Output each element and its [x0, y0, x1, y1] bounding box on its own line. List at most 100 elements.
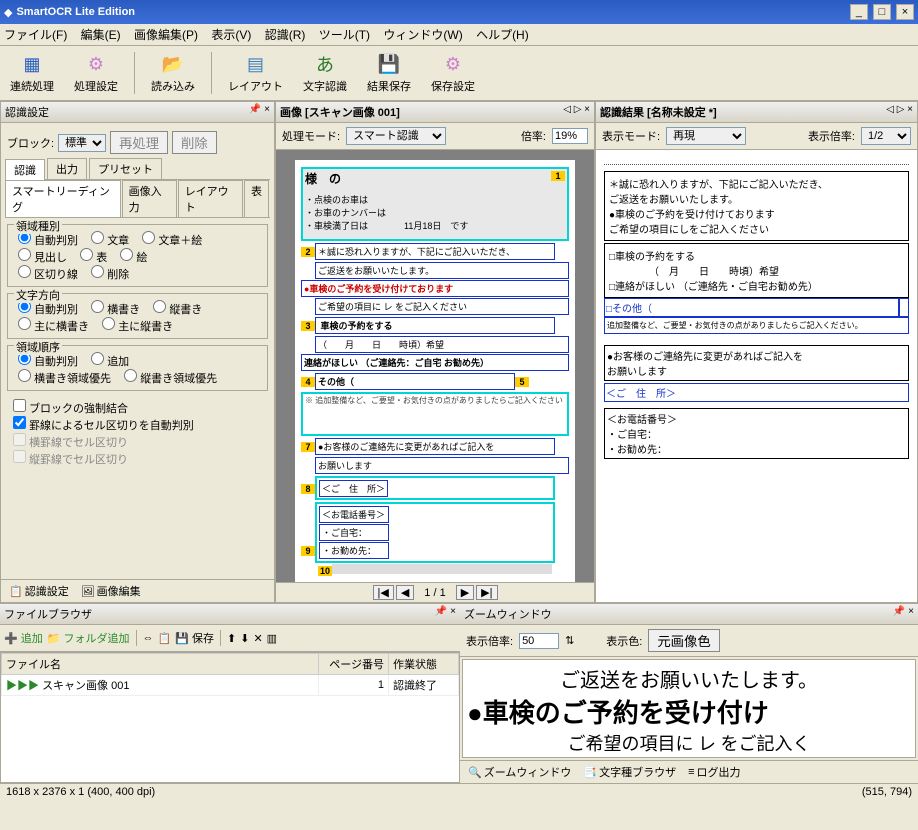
fb-delete-icon[interactable]: ✕: [253, 632, 262, 645]
fb-col-file[interactable]: ファイル名: [2, 654, 319, 675]
btab-log[interactable]: ≡ ログ出力: [684, 763, 744, 781]
fb-up-icon[interactable]: ⬆: [227, 632, 236, 645]
menu-tool[interactable]: ツール(T): [319, 28, 370, 42]
delete-block-button[interactable]: 削除: [172, 131, 217, 154]
menubar: ファイル(F) 編集(E) 画像編集(P) 表示(V) 認識(R) ツール(T)…: [0, 24, 918, 46]
tab-recognize[interactable]: 認識: [5, 159, 45, 180]
subtab-smart[interactable]: スマートリーディング: [5, 180, 121, 217]
page-next[interactable]: ▶: [456, 585, 474, 600]
main-toolbar: ▦連続処理 ⚙処理設定 📂読み込み ▤レイアウト あ文字認識 💾結果保存 ⚙保存…: [0, 46, 918, 101]
disp-zoom-select[interactable]: 1/2: [861, 127, 911, 145]
dir-auto[interactable]: 自動判別: [18, 304, 78, 316]
chk-h-ruled[interactable]: 横罫線でセル区切り: [13, 437, 128, 449]
fb-folder-add[interactable]: 📁 フォルダ追加: [47, 630, 130, 646]
fb-nav-icon[interactable]: ⇔: [143, 632, 154, 644]
zw-color-button[interactable]: 元画像色: [648, 629, 719, 652]
menu-image-edit[interactable]: 画像編集(P): [134, 28, 198, 42]
status-left: 1618 x 2376 x 1 (400, 400 dpi): [6, 786, 155, 798]
proc-mode-label: 処理モード:: [282, 128, 340, 144]
result-pane-title: 認識結果 [名称未設定 *]: [600, 104, 717, 120]
ord-append[interactable]: 追加: [91, 356, 129, 368]
group-order: 領域順序 自動判別 追加 横書き領域優先 縦書き領域優先: [7, 345, 268, 391]
statusbar: 1618 x 2376 x 1 (400, 400 dpi) (515, 794…: [0, 783, 918, 800]
document-view[interactable]: 1 様 の ・点検のお車は ・お車のナンバーは ・車検満了日は 11月18日 で…: [276, 150, 594, 582]
rt-auto[interactable]: 自動判別: [18, 235, 78, 247]
maximize-button[interactable]: □: [873, 4, 891, 20]
settings-pane: 認識設定 📌 × ブロック: 標準 再処理 削除 認識 出力 プリセット スマート…: [0, 101, 275, 603]
tb-continuous[interactable]: ▦連続処理: [4, 50, 60, 96]
fb-col-status[interactable]: 作業状態: [389, 654, 459, 675]
rt-table[interactable]: 表: [80, 252, 107, 264]
btab-zoom[interactable]: 🔍 ズームウィンドウ: [464, 763, 575, 781]
tb-ocr[interactable]: あ文字認識: [297, 50, 353, 96]
minimize-button[interactable]: _: [850, 4, 868, 20]
pane-pin-icon[interactable]: 📌 ×: [249, 104, 270, 120]
zoom-input[interactable]: [552, 128, 588, 144]
dir-mainly-h[interactable]: 主に横書き: [18, 321, 89, 333]
settings-pane-title: 認識設定: [5, 104, 49, 120]
zoom-view[interactable]: ご返送をお願いいたします。 ●車検のご予約を受け付け ご希望の項目に レ をご記…: [462, 659, 916, 758]
close-button[interactable]: ×: [896, 4, 914, 20]
fb-menu-icon[interactable]: ▥: [267, 632, 277, 645]
btab-chartype[interactable]: 📑 文字種ブラウザ: [579, 763, 680, 781]
page-prev[interactable]: ◀: [396, 585, 414, 600]
menu-file[interactable]: ファイル(F): [4, 28, 67, 42]
tb-load[interactable]: 📂読み込み: [145, 50, 201, 96]
rt-heading[interactable]: 見出し: [18, 252, 67, 264]
rt-fig[interactable]: 絵: [120, 252, 147, 264]
reprocess-button[interactable]: 再処理: [110, 131, 168, 154]
page-first[interactable]: |◀: [373, 585, 394, 600]
disp-mode-select[interactable]: 再現: [666, 127, 746, 145]
menu-recognize[interactable]: 認識(R): [265, 28, 306, 42]
fb-add[interactable]: ➕ 追加: [4, 630, 43, 646]
chk-force-merge[interactable]: ブロックの強制結合: [13, 403, 128, 415]
result-view[interactable]: ＊誠に恐れ入りますが、下記にご記入いただき、 ご返送をお願いいたします。 ●車検…: [596, 150, 917, 602]
tab-output[interactable]: 出力: [47, 158, 87, 179]
result-pane-nav[interactable]: ◁ ▷ ×: [886, 104, 913, 120]
menu-view[interactable]: 表示(V): [211, 28, 251, 42]
rt-delete[interactable]: 削除: [91, 269, 129, 281]
fb-down-icon[interactable]: ⬇: [240, 632, 249, 645]
zw-pin-icon[interactable]: 📌 ×: [893, 606, 914, 622]
subtab-table[interactable]: 表: [244, 180, 269, 217]
image-pane-nav[interactable]: ◁ ▷ ×: [563, 104, 590, 120]
menu-window[interactable]: ウィンドウ(W): [383, 28, 462, 42]
tb-save-settings[interactable]: ⚙保存設定: [425, 50, 481, 96]
tb-proc-settings[interactable]: ⚙処理設定: [68, 50, 124, 96]
dir-mainly-v[interactable]: 主に縦書き: [102, 321, 173, 333]
zw-title: ズームウィンドウ: [464, 606, 552, 622]
subtab-layout[interactable]: レイアウト: [178, 180, 243, 217]
table-row[interactable]: ▶▶▶ スキャン画像 001 1 認識終了: [2, 675, 459, 696]
fb-save[interactable]: 💾 保存: [175, 630, 214, 646]
btab-image-edit[interactable]: 🖼 画像編集: [77, 582, 145, 600]
disp-mode-label: 表示モード:: [602, 128, 660, 144]
chk-v-ruled[interactable]: 縦罫線でセル区切り: [13, 454, 128, 466]
fb-copy-icon[interactable]: 📋: [158, 632, 172, 645]
ord-h-first[interactable]: 横書き領域優先: [18, 373, 111, 385]
zw-spin-icon[interactable]: ⇅: [565, 634, 574, 647]
tb-save[interactable]: 💾結果保存: [361, 50, 417, 96]
rt-sep[interactable]: 区切り線: [18, 269, 78, 281]
block-select[interactable]: 標準: [58, 134, 106, 152]
file-browser: ファイルブラウザ📌 × ➕ 追加 📁 フォルダ追加 ⇔ 📋 💾 保存 ⬆ ⬇ ✕…: [0, 604, 460, 783]
app-title: SmartOCR Lite Edition: [16, 6, 847, 18]
tab-preset[interactable]: プリセット: [89, 158, 162, 179]
zw-zoom-input[interactable]: [519, 633, 559, 649]
menu-edit[interactable]: 編集(E): [81, 28, 121, 42]
page-last[interactable]: ▶|: [476, 585, 497, 600]
dir-horiz[interactable]: 横書き: [91, 304, 140, 316]
btab-recog-settings[interactable]: 📋 認識設定: [5, 582, 73, 600]
dir-vert[interactable]: 縦書き: [153, 304, 202, 316]
proc-mode-select[interactable]: スマート認識: [346, 127, 446, 145]
chk-ruled-auto[interactable]: 罫線によるセル区切りを自動判別: [13, 420, 194, 432]
block-label: ブロック:: [7, 135, 54, 151]
fb-col-page[interactable]: ページ番号: [319, 654, 389, 675]
menu-help[interactable]: ヘルプ(H): [476, 28, 529, 42]
ord-v-first[interactable]: 縦書き領域優先: [124, 373, 217, 385]
ord-auto[interactable]: 自動判別: [18, 356, 78, 368]
tb-layout[interactable]: ▤レイアウト: [222, 50, 289, 96]
subtab-image-input[interactable]: 画像入力: [122, 180, 177, 217]
rt-text[interactable]: 文章: [91, 235, 129, 247]
fb-pin-icon[interactable]: 📌 ×: [435, 606, 456, 622]
rt-text-fig[interactable]: 文章＋絵: [142, 235, 202, 247]
